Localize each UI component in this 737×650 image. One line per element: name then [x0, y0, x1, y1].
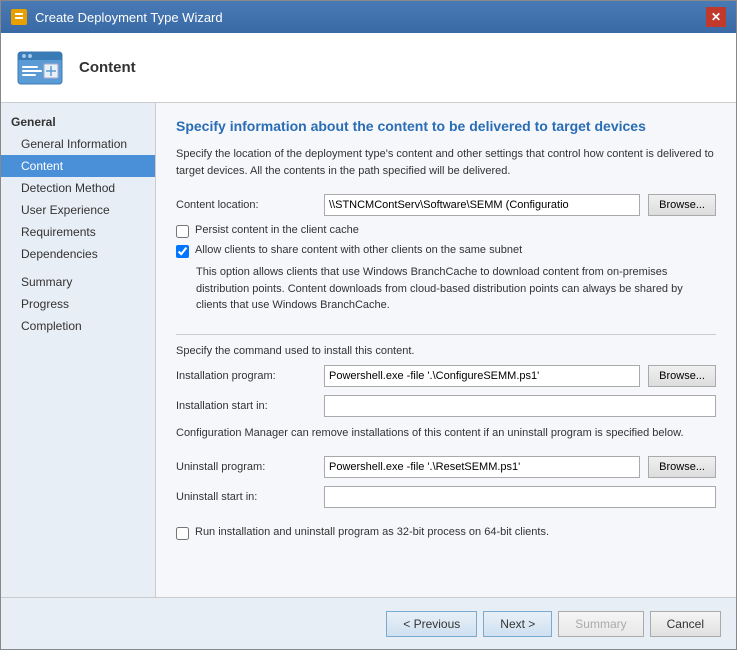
allow-share-row: Allow clients to share content with othe… [176, 244, 716, 258]
content-description: Specify the location of the deployment t… [176, 146, 716, 179]
sidebar-section-general: General [1, 111, 155, 133]
uninstall-note: Configuration Manager can remove install… [176, 425, 716, 442]
uninstall-program-browse-button[interactable]: Browse... [648, 456, 716, 478]
footer: < Previous Next > Summary Cancel [1, 597, 736, 649]
cancel-button[interactable]: Cancel [650, 611, 721, 637]
content-location-input[interactable] [324, 194, 640, 216]
summary-button[interactable]: Summary [558, 611, 643, 637]
run-32bit-label: Run installation and uninstall program a… [195, 526, 549, 538]
persist-cache-row: Persist content in the client cache [176, 224, 716, 238]
content-location-row: Content location: Browse... [176, 194, 716, 216]
sidebar: General General Information Content Dete… [1, 103, 156, 597]
persist-cache-checkbox[interactable] [176, 225, 189, 238]
run-32bit-row: Run installation and uninstall program a… [176, 526, 716, 540]
sidebar-item-requirements[interactable]: Requirements [1, 221, 155, 243]
sidebar-item-summary[interactable]: Summary [1, 271, 155, 293]
installation-program-input[interactable] [324, 365, 640, 387]
title-bar: Create Deployment Type Wizard ✕ [1, 1, 736, 33]
header-icon [16, 44, 64, 92]
main-area: General General Information Content Dete… [1, 103, 736, 597]
header-area: Content [1, 33, 736, 103]
persist-cache-label: Persist content in the client cache [195, 224, 359, 236]
branch-cache-info: This option allows clients that use Wind… [196, 264, 716, 314]
installation-program-row: Installation program: Browse... [176, 365, 716, 387]
content-location-browse-button[interactable]: Browse... [648, 194, 716, 216]
sidebar-item-content[interactable]: Content [1, 155, 155, 177]
content-location-label: Content location: [176, 199, 316, 211]
uninstall-program-label: Uninstall program: [176, 461, 316, 473]
installation-start-input[interactable] [324, 395, 716, 417]
install-command-desc: Specify the command used to install this… [176, 345, 716, 357]
sidebar-item-progress[interactable]: Progress [1, 293, 155, 315]
sidebar-item-detection-method[interactable]: Detection Method [1, 177, 155, 199]
uninstall-program-input[interactable] [324, 456, 640, 478]
allow-share-label: Allow clients to share content with othe… [195, 244, 522, 256]
installation-start-label: Installation start in: [176, 400, 316, 412]
app-icon [11, 9, 27, 25]
sidebar-item-user-experience[interactable]: User Experience [1, 199, 155, 221]
next-button[interactable]: Next > [483, 611, 552, 637]
window-title: Create Deployment Type Wizard [35, 10, 223, 25]
installation-program-browse-button[interactable]: Browse... [648, 365, 716, 387]
previous-button[interactable]: < Previous [386, 611, 477, 637]
uninstall-program-row: Uninstall program: Browse... [176, 456, 716, 478]
installation-start-row: Installation start in: [176, 395, 716, 417]
separator1 [176, 334, 716, 335]
uninstall-start-row: Uninstall start in: [176, 486, 716, 508]
main-window: Create Deployment Type Wizard ✕ Content [0, 0, 737, 650]
sidebar-item-completion[interactable]: Completion [1, 315, 155, 337]
sidebar-item-general-information[interactable]: General Information [1, 133, 155, 155]
sidebar-item-dependencies[interactable]: Dependencies [1, 243, 155, 265]
installation-program-label: Installation program: [176, 370, 316, 382]
header-title: Content [79, 59, 136, 76]
close-button[interactable]: ✕ [706, 7, 726, 27]
title-bar-left: Create Deployment Type Wizard [11, 9, 223, 25]
uninstall-start-label: Uninstall start in: [176, 491, 316, 503]
content-area: Specify information about the content to… [156, 103, 736, 597]
uninstall-start-input[interactable] [324, 486, 716, 508]
content-title: Specify information about the content to… [176, 118, 716, 134]
run-32bit-checkbox[interactable] [176, 527, 189, 540]
allow-share-checkbox[interactable] [176, 245, 189, 258]
